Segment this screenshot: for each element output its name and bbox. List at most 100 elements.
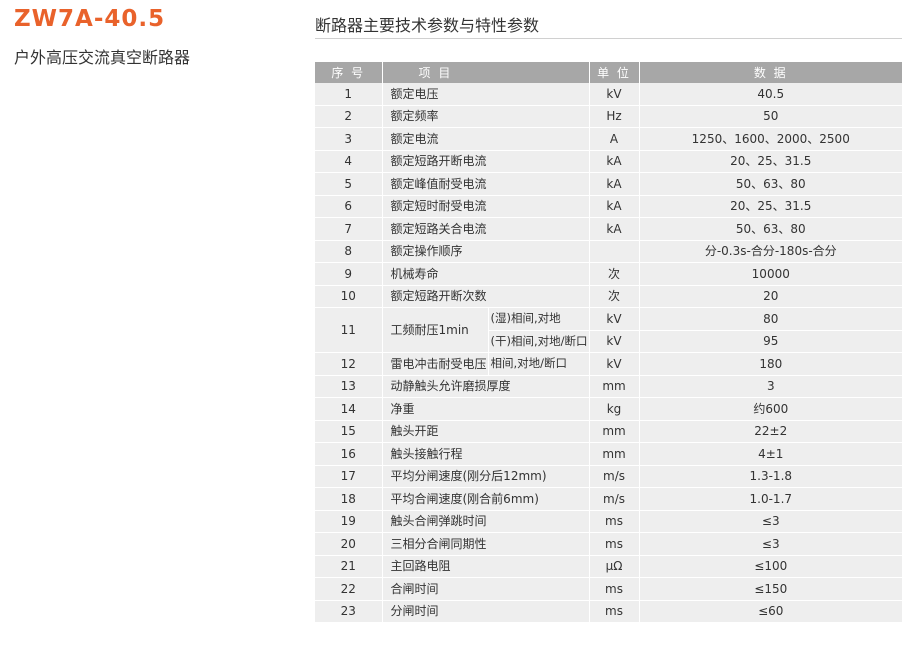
row-item: 额定电流 [382, 127, 590, 151]
row-value: 10000 [639, 262, 903, 286]
row-unit: 次 [589, 262, 640, 286]
row-item: 额定电压 [382, 83, 590, 106]
table-row: 17 平均分闸速度(刚分后12mm) m/s 1.3-1.8 [315, 465, 903, 488]
row-unit: kV [589, 330, 640, 353]
row-item: 合闸时间 [382, 577, 590, 601]
row-value: 3 [639, 375, 903, 398]
row-number: 14 [315, 397, 383, 421]
row-number: 2 [315, 105, 383, 128]
header-item: 项 目 [382, 62, 590, 83]
table-row: 8 额定操作顺序 分-0.3s-合分-180s-合分 [315, 240, 903, 263]
row-number: 11 [315, 307, 383, 353]
table-header-row: 序 号 项 目 单 位 数 据 [315, 62, 903, 83]
row-item: 额定短路开断次数 [382, 285, 590, 308]
row-value: ≤3 [639, 510, 903, 533]
row-item: 额定频率 [382, 105, 590, 128]
row-number: 13 [315, 375, 383, 398]
row-value: 20、25、31.5 [639, 195, 903, 218]
row-unit: kV [589, 307, 640, 331]
row-number: 19 [315, 510, 383, 533]
row-value: 40.5 [639, 83, 903, 106]
row-unit: m/s [589, 487, 640, 511]
product-subtitle: 户外高压交流真空断路器 [14, 48, 191, 67]
table-row: 15 触头开距 mm 22±2 [315, 420, 903, 443]
row-unit: kA [589, 217, 640, 241]
row-value: 22±2 [639, 420, 903, 443]
row-value: ≤60 [639, 600, 903, 623]
row-number: 20 [315, 532, 383, 556]
title-divider [315, 38, 902, 39]
row-item: 额定峰值耐受电流 [382, 172, 590, 196]
row-number: 4 [315, 150, 383, 173]
row-item: 平均合闸速度(刚合前6mm) [382, 487, 590, 511]
header-unit: 单 位 [589, 62, 640, 83]
row-unit: kV [589, 83, 640, 106]
row-unit: ms [589, 577, 640, 601]
row-item: 机械寿命 [382, 262, 590, 286]
row-value: ≤3 [639, 532, 903, 556]
row-value: 80 [639, 307, 903, 331]
row-number: 5 [315, 172, 383, 196]
row-value: 1250、1600、2000、2500 [639, 127, 903, 151]
section-title: 断路器主要技术参数与特性参数 [315, 16, 540, 35]
row-number: 17 [315, 465, 383, 488]
table-row: 14 净重 kg 约600 [315, 397, 903, 421]
header-number: 序 号 [315, 62, 383, 83]
table-row: 22 合闸时间 ms ≤150 [315, 577, 903, 601]
row-value: 50 [639, 105, 903, 128]
row-unit: Hz [589, 105, 640, 128]
row-unit: A [589, 127, 640, 151]
row-number: 15 [315, 420, 383, 443]
table-row: 6 额定短时耐受电流 kA 20、25、31.5 [315, 195, 903, 218]
row-item: 触头接触行程 [382, 442, 590, 466]
row-item: 动静触头允许磨损厚度 [382, 375, 590, 398]
row-item: 额定短路开断电流 [382, 150, 590, 173]
row-unit: mm [589, 420, 640, 443]
row-unit: m/s [589, 465, 640, 488]
table-row: 19 触头合闸弹跳时间 ms ≤3 [315, 510, 903, 533]
table-row: 9 机械寿命 次 10000 [315, 262, 903, 286]
row-item: 额定短路关合电流 [382, 217, 590, 241]
row-item: 额定短时耐受电流 [382, 195, 590, 218]
row-number: 21 [315, 555, 383, 578]
row-value: 1.0-1.7 [639, 487, 903, 511]
parameters-table: 序 号 项 目 单 位 数 据 1 额定电压 kV 40.5 2 额定频率 Hz… [315, 62, 903, 623]
row-unit: kV [589, 352, 640, 376]
row-value: 分-0.3s-合分-180s-合分 [639, 240, 903, 263]
row-item: 分闸时间 [382, 600, 590, 623]
table-row: 10 额定短路开断次数 次 20 [315, 285, 903, 308]
row-item: 触头合闸弹跳时间 [382, 510, 590, 533]
row-number: 18 [315, 487, 383, 511]
row-value: ≤150 [639, 577, 903, 601]
row-unit: mm [589, 442, 640, 466]
table-row: 5 额定峰值耐受电流 kA 50、63、80 [315, 172, 903, 196]
row-item: 平均分闸速度(刚分后12mm) [382, 465, 590, 488]
row-value: 约600 [639, 397, 903, 421]
row-value: 95 [639, 330, 903, 353]
row-unit: ms [589, 532, 640, 556]
row-value: 20 [639, 285, 903, 308]
table-row: 12 雷电冲击耐受电压 相间,对地/断口 kV 180 [315, 352, 903, 376]
row-number: 3 [315, 127, 383, 151]
row-unit: kA [589, 195, 640, 218]
row-unit: mm [589, 375, 640, 398]
header-value: 数 据 [639, 62, 903, 83]
row-value: 4±1 [639, 442, 903, 466]
row-item: 触头开距 [382, 420, 590, 443]
table-row: 11 工频耐压1min (湿)相间,对地 kV 80 [315, 307, 903, 353]
row-number: 7 [315, 217, 383, 241]
row-number: 8 [315, 240, 383, 263]
row-item: 净重 [382, 397, 590, 421]
table-row: 2 额定频率 Hz 50 [315, 105, 903, 128]
row-subitem: (湿)相间,对地 [488, 307, 590, 331]
row-number: 16 [315, 442, 383, 466]
table-row: 7 额定短路关合电流 kA 50、63、80 [315, 217, 903, 241]
row-item: 雷电冲击耐受电压 [382, 352, 489, 376]
row-unit: μΩ [589, 555, 640, 578]
row-unit: kA [589, 150, 640, 173]
row-value: 180 [639, 352, 903, 376]
row-unit [589, 240, 640, 263]
row-value: 1.3-1.8 [639, 465, 903, 488]
row-number: 1 [315, 83, 383, 106]
row-item: 工频耐压1min [382, 307, 489, 353]
